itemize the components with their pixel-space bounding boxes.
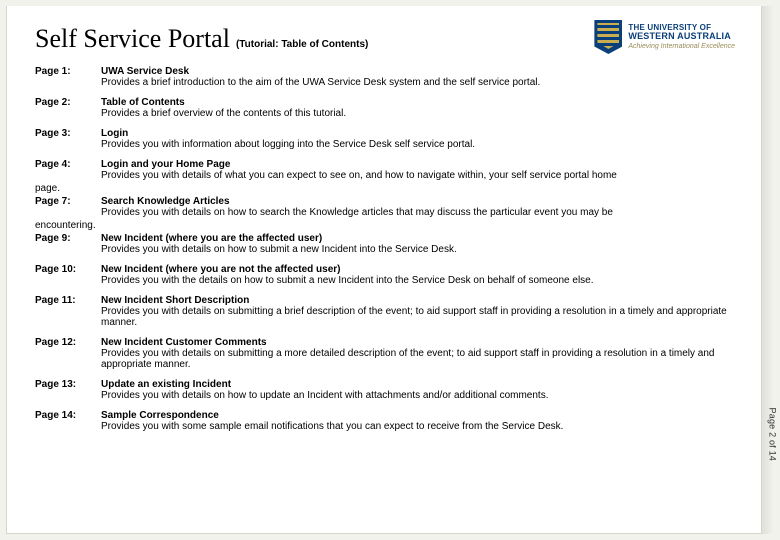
toc-description: Provides a brief introduction to the aim…: [101, 77, 540, 88]
toc-description: Provides you with some sample email noti…: [101, 421, 563, 432]
toc-title: Login and your Home Page: [101, 159, 230, 170]
toc-body: Login and your Home PageProvides you wit…: [101, 159, 735, 181]
toc-description: Provides you with information about logg…: [101, 139, 475, 150]
toc-description: Provides you with details on how to upda…: [101, 390, 548, 401]
toc-page-label: Page 4:: [35, 159, 101, 170]
toc-title: New Incident (where you are the affected…: [101, 233, 322, 244]
toc-body: Table of ContentsProvides a brief overvi…: [101, 97, 735, 119]
page-shadow: [762, 6, 774, 534]
table-of-contents: Page 1:UWA Service DeskProvides a brief …: [35, 66, 735, 432]
toc-page-label: Page 12:: [35, 337, 101, 348]
title-line: Self Service Portal (Tutorial: Table of …: [35, 24, 368, 54]
toc-description: Provides you with details on submitting …: [101, 306, 727, 328]
toc-title: UWA Service Desk: [101, 66, 189, 77]
toc-body: New Incident Customer CommentsProvides y…: [101, 337, 735, 370]
toc-body: New Incident (where you are not the affe…: [101, 264, 735, 286]
university-tagline: Achieving International Excellence: [628, 43, 735, 50]
toc-page-label: Page 7:: [35, 196, 101, 207]
toc-page-label: Page 13:: [35, 379, 101, 390]
toc-body: LoginProvides you with information about…: [101, 128, 735, 150]
university-text: THE UNIVERSITY OF WESTERN AUSTRALIA Achi…: [628, 24, 735, 50]
toc-body: Update an existing IncidentProvides you …: [101, 379, 735, 401]
toc-continuation: encountering.: [35, 220, 735, 231]
toc-title: Table of Contents: [101, 97, 185, 108]
toc-description: Provides you with details of what you ca…: [101, 170, 617, 181]
toc-entry: Page 14:Sample CorrespondenceProvides yo…: [35, 410, 735, 432]
header: Self Service Portal (Tutorial: Table of …: [35, 24, 735, 54]
toc-entry: Page 1:UWA Service DeskProvides a brief …: [35, 66, 735, 88]
toc-title: Update an existing Incident: [101, 379, 231, 390]
toc-entry: Page 11:New Incident Short DescriptionPr…: [35, 295, 735, 328]
toc-entry: Page 7:Search Knowledge ArticlesProvides…: [35, 196, 735, 218]
toc-page-label: Page 9:: [35, 233, 101, 244]
toc-entry: Page 4:Login and your Home PageProvides …: [35, 159, 735, 181]
university-logo: THE UNIVERSITY OF WESTERN AUSTRALIA Achi…: [594, 20, 735, 54]
toc-title: New Incident (where you are not the affe…: [101, 264, 341, 275]
toc-title: New Incident Customer Comments: [101, 337, 267, 348]
toc-title: Search Knowledge Articles: [101, 196, 230, 207]
toc-entry: Page 9:New Incident (where you are the a…: [35, 233, 735, 255]
toc-entry: Page 12:New Incident Customer CommentsPr…: [35, 337, 735, 370]
university-line2: WESTERN AUSTRALIA: [628, 32, 735, 41]
crest-icon: [594, 20, 622, 54]
toc-description: Provides a brief overview of the content…: [101, 108, 346, 119]
toc-page-label: Page 3:: [35, 128, 101, 139]
toc-description: Provides you with details on submitting …: [101, 348, 715, 370]
toc-entry: Page 3:LoginProvides you with informatio…: [35, 128, 735, 150]
toc-page-label: Page 10:: [35, 264, 101, 275]
toc-page-label: Page 14:: [35, 410, 101, 421]
toc-title: New Incident Short Description: [101, 295, 249, 306]
page-subtitle: (Tutorial: Table of Contents): [236, 39, 368, 50]
page-title: Self Service Portal: [35, 24, 230, 54]
toc-page-label: Page 2:: [35, 97, 101, 108]
toc-title: Login: [101, 128, 128, 139]
toc-entry: Page 10:New Incident (where you are not …: [35, 264, 735, 286]
toc-entry: Page 13:Update an existing IncidentProvi…: [35, 379, 735, 401]
toc-description: Provides you with details on how to subm…: [101, 244, 457, 255]
toc-title: Sample Correspondence: [101, 410, 219, 421]
toc-body: New Incident (where you are the affected…: [101, 233, 735, 255]
toc-body: UWA Service DeskProvides a brief introdu…: [101, 66, 735, 88]
toc-continuation: page.: [35, 183, 735, 194]
toc-page-label: Page 1:: [35, 66, 101, 77]
toc-entry: Page 2:Table of ContentsProvides a brief…: [35, 97, 735, 119]
toc-body: Sample CorrespondenceProvides you with s…: [101, 410, 735, 432]
toc-body: New Incident Short DescriptionProvides y…: [101, 295, 735, 328]
toc-description: Provides you with details on how to sear…: [101, 207, 613, 218]
toc-page-label: Page 11:: [35, 295, 101, 306]
document-page: Self Service Portal (Tutorial: Table of …: [6, 6, 762, 534]
toc-description: Provides you with the details on how to …: [101, 275, 594, 286]
toc-body: Search Knowledge ArticlesProvides you wi…: [101, 196, 735, 218]
